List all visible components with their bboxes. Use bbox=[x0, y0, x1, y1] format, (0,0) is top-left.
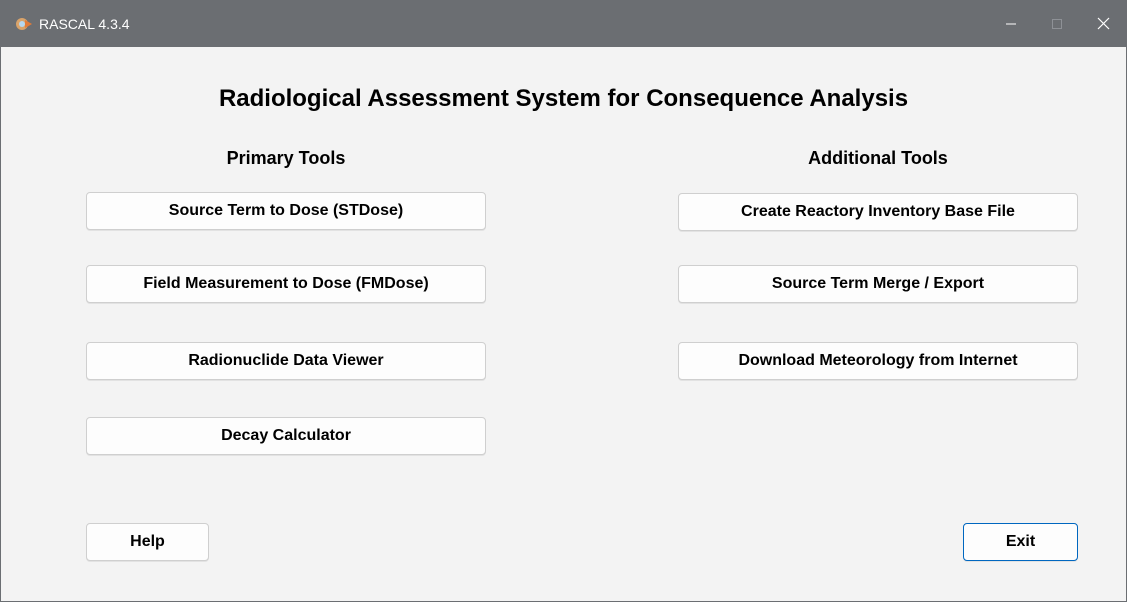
radionuclide-data-viewer-button[interactable]: Radionuclide Data Viewer bbox=[86, 342, 486, 380]
additional-tools-heading: Additional Tools bbox=[808, 148, 948, 168]
minimize-icon bbox=[1006, 23, 1016, 25]
app-window: RASCAL 4.3.4 Radiological Assessment Sys… bbox=[0, 0, 1127, 602]
download-meteorology-button[interactable]: Download Meteorology from Internet bbox=[678, 342, 1078, 380]
minimize-button[interactable] bbox=[988, 1, 1034, 47]
exit-button[interactable]: Exit bbox=[963, 523, 1078, 561]
close-button[interactable] bbox=[1080, 1, 1126, 47]
maximize-button[interactable] bbox=[1034, 1, 1080, 47]
primary-tools-heading: Primary Tools bbox=[226, 148, 346, 168]
title-bar[interactable]: RASCAL 4.3.4 bbox=[1, 1, 1126, 47]
rascal-app-icon bbox=[16, 18, 32, 30]
main-title: Radiological Assessment System for Conse… bbox=[218, 85, 909, 112]
maximize-icon bbox=[1052, 19, 1062, 29]
close-icon bbox=[1097, 17, 1110, 30]
decay-calculator-button[interactable]: Decay Calculator bbox=[86, 417, 486, 455]
source-term-merge-export-button[interactable]: Source Term Merge / Export bbox=[678, 265, 1078, 303]
fmdose-button[interactable]: Field Measurement to Dose (FMDose) bbox=[86, 265, 486, 303]
window-title: RASCAL 4.3.4 bbox=[39, 16, 130, 32]
stdose-button[interactable]: Source Term to Dose (STDose) bbox=[86, 192, 486, 230]
create-inventory-base-file-button[interactable]: Create Reactory Inventory Base File bbox=[678, 193, 1078, 231]
help-button[interactable]: Help bbox=[86, 523, 209, 561]
